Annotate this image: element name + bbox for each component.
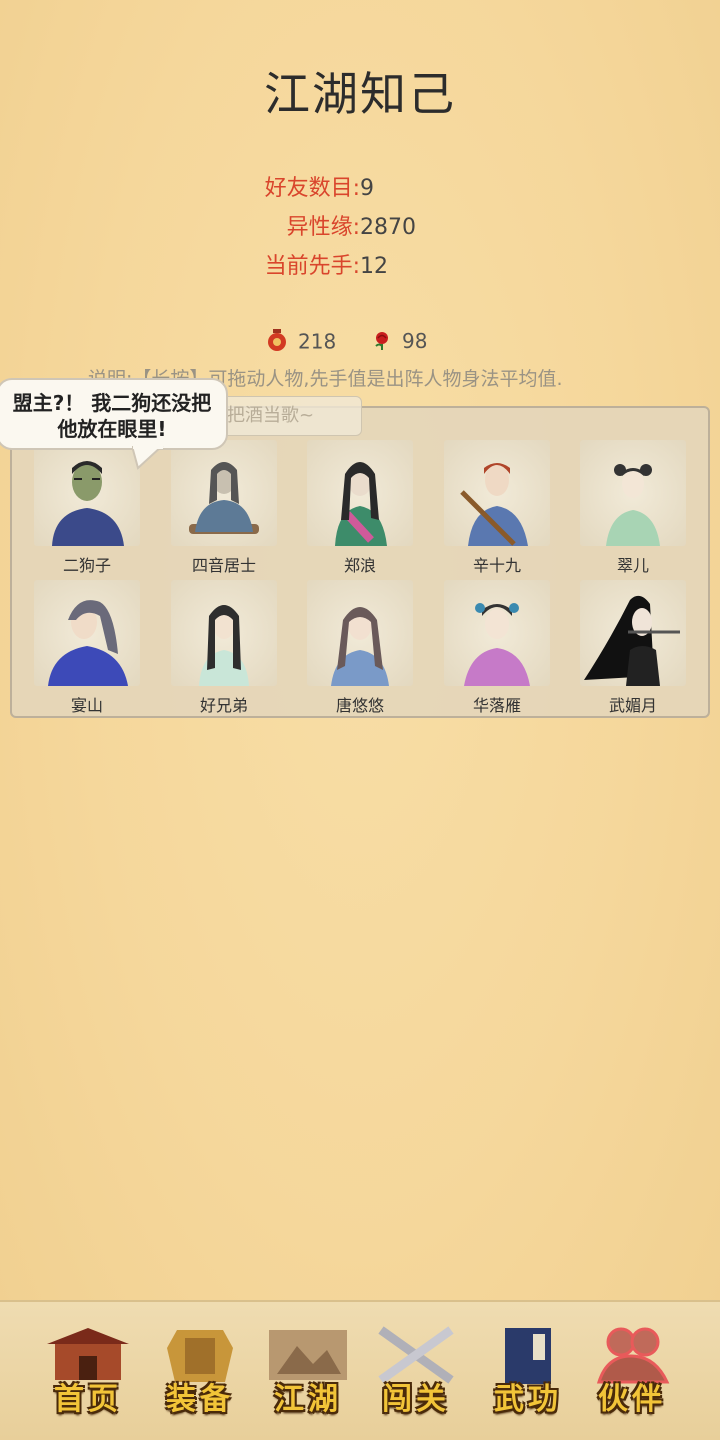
nav-home[interactable]: 首页 [38,1324,138,1420]
character-portrait [34,580,140,686]
initiative-value: 12 [360,254,388,279]
character-card[interactable]: 辛十九 [444,440,550,575]
nav-challenge[interactable]: 闯关 [366,1324,466,1420]
character-card[interactable]: 武媚月 [580,580,686,715]
speech-bubble-tail [132,446,164,470]
nav-martial-arts-label: 武功 [494,1382,562,1417]
character-name: 唐悠悠 [335,696,384,715]
rose-count: 98 [402,329,428,353]
character-card[interactable]: 郑浪 [307,440,413,575]
friend-count-value: 9 [360,176,374,201]
character-portrait [171,580,277,686]
nav-partners-label: 伙伴 [598,1382,666,1417]
nav-martial-arts[interactable]: 武功 [478,1324,578,1420]
character-name: 好兄弟 [199,696,248,715]
character-name: 宴山 [70,696,103,715]
speech-bubble-line2: 他放在眼里! [57,417,167,441]
character-portrait [34,440,140,546]
character-portrait [171,440,277,546]
character-card[interactable]: 华落雁 [444,580,550,715]
character-name: 武媚月 [608,696,657,715]
character-portrait [444,580,550,686]
character-portrait [580,440,686,546]
page-title: 江湖知己 [264,67,456,121]
character-portrait [444,440,550,546]
character-name: 二狗子 [62,556,111,575]
drag-ghost-label: 把酒当歌~ [212,396,362,436]
character-portrait [307,580,413,686]
charm-value: 2870 [360,215,416,240]
character-card[interactable]: 唐悠悠 [307,580,413,715]
speech-bubble: 盟主?！ 我二狗还没把 他放在眼里! [0,378,228,470]
bottom-nav: 首页 装备 江湖 闯关 武功 伙伴 [0,1300,720,1440]
character-name: 四音居士 [191,556,256,575]
character-portrait [307,440,413,546]
charm-label: 异性缘: [286,215,360,240]
character-name: 郑浪 [343,556,376,575]
nav-partners[interactable]: 伙伴 [582,1324,682,1420]
initiative-label: 当前先手: [264,254,360,279]
wine-jar-icon [266,328,288,358]
character-card[interactable]: 宴山 [34,580,140,715]
nav-challenge-label: 闯关 [382,1382,450,1417]
character-name: 辛十九 [472,556,521,575]
character-name: 华落雁 [472,696,521,715]
character-card[interactable]: 好兄弟 [171,580,277,715]
character-card[interactable]: 翠儿 [580,440,686,575]
character-card[interactable]: 四音居士 [171,440,277,575]
speech-bubble-line1: 盟主?！ 我二狗还没把 [12,391,212,415]
charm-row: 异性缘: 2870 [0,213,720,243]
initiative-row: 当前先手: 12 [0,252,720,282]
character-portrait [580,580,686,686]
character-card[interactable]: 二狗子 [34,440,140,575]
rose-icon [372,330,392,356]
nav-equipment-label: 装备 [166,1382,234,1417]
nav-equipment[interactable]: 装备 [150,1324,250,1420]
nav-world-label: 江湖 [274,1382,342,1417]
friend-count-label: 好友数目: [264,176,360,201]
rose-resource: 98 [372,328,427,354]
friend-count-row: 好友数目: 9 [0,174,720,204]
wine-resource: 218 [266,328,336,354]
wine-count: 218 [298,329,337,354]
character-name: 翠儿 [616,556,649,575]
nav-home-label: 首页 [54,1382,122,1417]
nav-world[interactable]: 江湖 [258,1324,358,1420]
